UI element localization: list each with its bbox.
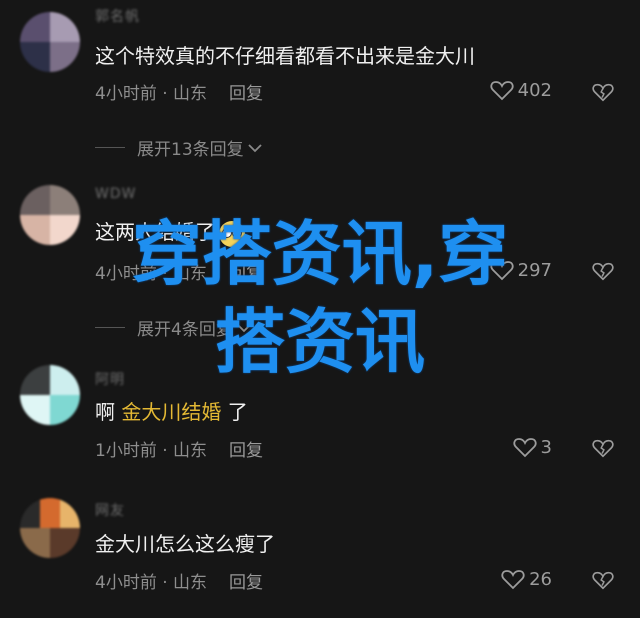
like-button[interactable]: 297 — [490, 259, 552, 281]
time-location: 1小时前 · 山东 — [95, 441, 208, 461]
like-button[interactable]: 26 — [501, 568, 552, 590]
like-count: 297 — [517, 259, 552, 281]
comment-text-body: 这两人结婚了 — [95, 220, 215, 244]
divider — [95, 147, 125, 148]
avatar[interactable] — [20, 12, 80, 72]
comment-meta: 4小时前 · 山东 回复 — [95, 568, 263, 593]
comment-text: 这两人结婚了 — [95, 216, 245, 247]
like-button[interactable]: 402 — [490, 79, 552, 101]
surprised-emoji-icon — [219, 220, 245, 247]
mention-link[interactable]: 金大川结婚 — [121, 400, 221, 424]
time-location: 4小时前 · 山东 — [95, 573, 208, 593]
reply-button[interactable]: 回复 — [229, 84, 263, 104]
comment-text-suffix: 了 — [227, 400, 248, 424]
time-location: 4小时前 · 山东 — [95, 84, 208, 104]
dislike-button[interactable] — [592, 81, 614, 103]
expand-label: 展开13条回复 — [137, 140, 244, 160]
comment-meta: 1小时前 · 山东 回复 — [95, 436, 263, 461]
reply-button[interactable]: 回复 — [229, 264, 263, 284]
dislike-button[interactable] — [592, 437, 614, 459]
username[interactable]: 网友 — [95, 500, 125, 520]
heart-outline-icon — [501, 570, 525, 590]
username[interactable]: 阿明 — [95, 369, 125, 389]
chevron-down-icon — [248, 143, 262, 152]
chevron-down-icon — [237, 323, 251, 332]
heart-outline-icon — [512, 438, 537, 458]
comment-meta: 4小时前 · 山东 回复 — [95, 79, 263, 104]
like-count: 26 — [529, 568, 552, 590]
expand-label: 展开4条回复 — [137, 320, 233, 340]
comment-text: 金大川怎么这么瘦了 — [95, 532, 275, 556]
avatar[interactable] — [20, 185, 80, 245]
broken-heart-icon — [592, 439, 614, 458]
like-count: 3 — [540, 436, 552, 458]
time-location: 4小时前 · 山东 — [95, 264, 208, 284]
comment-text-prefix: 啊 — [95, 400, 115, 424]
broken-heart-icon — [592, 571, 614, 590]
reply-button[interactable]: 回复 — [229, 441, 263, 461]
dislike-button[interactable] — [592, 569, 614, 591]
comment-text: 啊 金大川结婚 了 — [95, 396, 248, 425]
avatar[interactable] — [20, 365, 80, 425]
comment-meta: 4小时前 · 山东 回复 — [95, 259, 263, 284]
expand-replies-button[interactable]: 展开4条回复 — [95, 315, 252, 340]
broken-heart-icon — [592, 83, 614, 102]
heart-outline-icon — [490, 261, 514, 281]
username[interactable]: 郭名帆 — [95, 6, 140, 26]
expand-replies-button[interactable]: 展开13条回复 — [95, 135, 263, 160]
like-button[interactable]: 3 — [512, 436, 552, 458]
like-count: 402 — [517, 79, 552, 101]
broken-heart-icon — [592, 262, 614, 281]
comment-text: 这个特效真的不仔细看都看不出来是金大川 — [95, 44, 475, 68]
divider — [95, 327, 125, 328]
dislike-button[interactable] — [592, 260, 614, 282]
heart-outline-icon — [490, 81, 514, 101]
username[interactable]: WDW — [95, 186, 136, 202]
reply-button[interactable]: 回复 — [229, 573, 263, 593]
avatar[interactable] — [20, 498, 80, 558]
